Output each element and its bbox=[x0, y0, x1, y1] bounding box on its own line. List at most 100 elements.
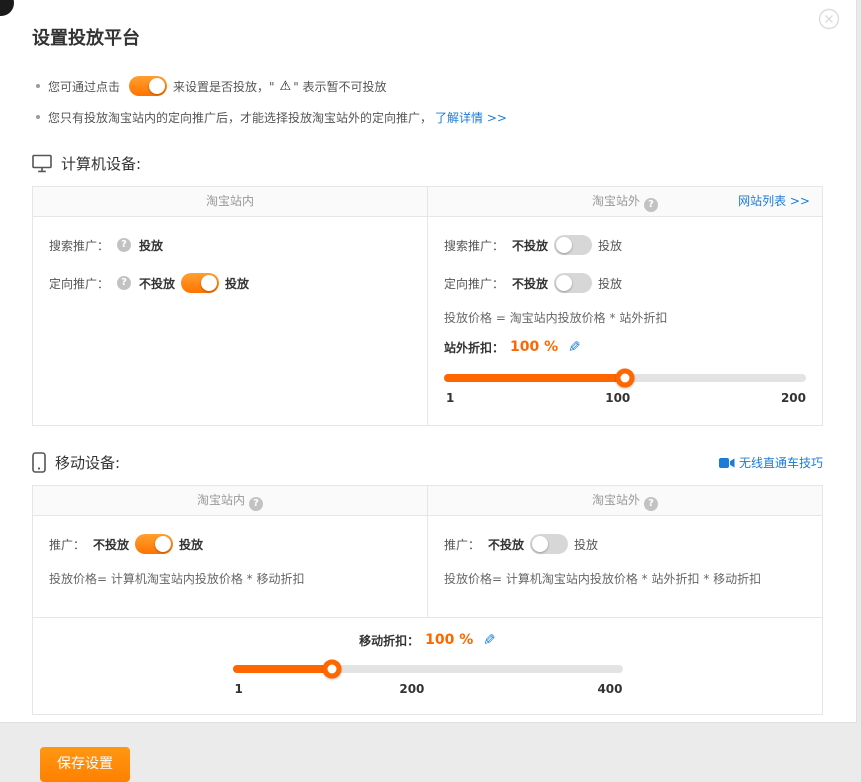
discount-label: 站外折扣： bbox=[444, 339, 504, 356]
page-title: 设置投放平台 bbox=[32, 0, 823, 50]
state-off-label: 不投放 bbox=[488, 536, 524, 553]
computer-table: 淘宝站内 淘宝站外? 网站列表 >> 搜索推广： ? 投放 定向推广： ? bbox=[32, 186, 823, 426]
help-icon[interactable]: ? bbox=[644, 198, 658, 212]
state-on-label: 投放 bbox=[574, 536, 598, 553]
edit-icon[interactable]: ✎ bbox=[483, 631, 496, 649]
state-on-label: 投放 bbox=[225, 275, 249, 292]
note-text: 来设置是否投放，" bbox=[173, 78, 275, 95]
scale-min: 1 bbox=[446, 391, 454, 405]
offsite-price-formula: 投放价格 = 淘宝站内投放价格 * 站外折扣 bbox=[444, 309, 806, 326]
row-label: 推广： bbox=[49, 536, 85, 553]
slider-fill bbox=[444, 374, 625, 382]
state-on-label: 投放 bbox=[179, 536, 203, 553]
scale-mid: 200 bbox=[399, 682, 424, 696]
mobile-offsite-formula: 投放价格= 计算机淘宝站内投放价格 * 站外折扣 * 移动折扣 bbox=[444, 570, 806, 587]
computer-onsite-cell: 搜索推广： ? 投放 定向推广： ? 不投放 投放 bbox=[33, 217, 428, 425]
mobile-onsite-cell: 推广： 不投放 投放 投放价格= 计算机淘宝站内投放价格 * 移动折扣 bbox=[33, 516, 428, 617]
help-icon[interactable]: ? bbox=[249, 497, 263, 511]
save-settings-button[interactable]: 保存设置 bbox=[40, 747, 130, 782]
note-toggle-hint: 您可通过点击 来设置是否投放，" ⚠ " 表示暂不可投放 bbox=[32, 76, 823, 96]
mobile-offsite-cell: 推广： 不投放 投放 投放价格= 计算机淘宝站内投放价格 * 站外折扣 * 移动… bbox=[428, 516, 822, 617]
learn-more-link[interactable]: 了解详情 >> bbox=[435, 109, 507, 126]
example-toggle-icon bbox=[129, 76, 167, 96]
state-on-label: 投放 bbox=[598, 275, 622, 292]
toggle-knob bbox=[201, 275, 217, 291]
col-header-label: 淘宝站外 bbox=[592, 493, 640, 507]
note-text: 您只有投放淘宝站内的定向推广后，才能选择投放淘宝站外的定向推广， bbox=[48, 109, 432, 126]
bullet-icon bbox=[36, 84, 40, 88]
mobile-offsite-toggle[interactable] bbox=[530, 534, 568, 554]
col-header-offsite: 淘宝站外? bbox=[427, 486, 822, 515]
mobile-discount-slider[interactable] bbox=[233, 665, 623, 673]
onsite-target-toggle[interactable] bbox=[181, 273, 219, 293]
col-header-label: 淘宝站内 bbox=[197, 493, 245, 507]
warning-icon: ⚠ bbox=[280, 79, 292, 94]
help-icon[interactable]: ? bbox=[117, 238, 131, 252]
mobile-onsite-formula: 投放价格= 计算机淘宝站内投放价格 * 移动折扣 bbox=[49, 570, 411, 587]
state-on-label: 投放 bbox=[598, 237, 622, 254]
mobile-onsite-toggle[interactable] bbox=[135, 534, 173, 554]
discount-label: 移动折扣： bbox=[359, 632, 419, 649]
help-icon[interactable]: ? bbox=[117, 276, 131, 290]
col-header-offsite: 淘宝站外? 网站列表 >> bbox=[427, 187, 822, 216]
notes: 您可通过点击 来设置是否投放，" ⚠ " 表示暂不可投放 您只有投放淘宝站内的定… bbox=[32, 76, 823, 127]
mobile-slider-scale: 1 200 400 bbox=[233, 682, 623, 698]
note-targeting-hint: 您只有投放淘宝站内的定向推广后，才能选择投放淘宝站外的定向推广， 了解详情 >> bbox=[32, 107, 823, 127]
mobile-table-header: 淘宝站内? 淘宝站外? bbox=[33, 486, 822, 516]
state-label: 投放 bbox=[139, 237, 163, 254]
offsite-discount-slider[interactable] bbox=[444, 374, 806, 382]
close-icon[interactable] bbox=[818, 8, 840, 30]
offsite-target-toggle[interactable] bbox=[554, 273, 592, 293]
computer-table-header: 淘宝站内 淘宝站外? 网站列表 >> bbox=[33, 187, 822, 217]
col-header-label: 淘宝站内 bbox=[206, 194, 254, 208]
site-list-link[interactable]: 网站列表 >> bbox=[738, 187, 810, 216]
state-off-label: 不投放 bbox=[93, 536, 129, 553]
mobile-discount-line: 移动折扣： 100 % ✎ bbox=[33, 631, 822, 649]
computer-section-header: 计算机设备: bbox=[32, 153, 823, 174]
bullet-icon bbox=[36, 115, 40, 119]
scale-max: 400 bbox=[597, 682, 622, 696]
computer-icon bbox=[32, 154, 52, 173]
mobile-section-header: 移动设备: 无线直通车技巧 bbox=[32, 452, 823, 473]
mobile-phone-icon bbox=[32, 452, 46, 473]
onsite-target-row: 定向推广： ? 不投放 投放 bbox=[49, 271, 411, 295]
discount-value: 100 % bbox=[425, 632, 473, 648]
row-label: 搜索推广： bbox=[444, 237, 504, 254]
row-label: 定向推广： bbox=[444, 275, 504, 292]
toggle-knob bbox=[532, 536, 548, 552]
state-off-label: 不投放 bbox=[139, 275, 175, 292]
scale-mid: 100 bbox=[605, 391, 630, 405]
mobile-slider-wrap: 1 200 400 bbox=[233, 665, 623, 698]
offsite-search-toggle[interactable] bbox=[554, 235, 592, 255]
computer-offsite-cell: 搜索推广： 不投放 投放 定向推广： 不投放 投放 投放价格 = 淘宝站内投放价… bbox=[428, 217, 822, 425]
help-icon[interactable]: ? bbox=[644, 497, 658, 511]
slider-thumb[interactable] bbox=[616, 369, 635, 388]
col-header-label: 淘宝站外 bbox=[592, 194, 640, 208]
wireless-tips-link[interactable]: 无线直通车技巧 bbox=[719, 454, 823, 471]
col-header-onsite: 淘宝站内? bbox=[33, 486, 427, 515]
offsite-slider-scale: 1 100 200 bbox=[444, 391, 806, 407]
toggle-knob bbox=[556, 237, 572, 253]
mobile-table-body: 推广： 不投放 投放 投放价格= 计算机淘宝站内投放价格 * 移动折扣 推广： … bbox=[33, 516, 822, 617]
mobile-section-title: 移动设备: bbox=[55, 452, 120, 473]
edit-icon[interactable]: ✎ bbox=[568, 338, 581, 356]
toggle-knob bbox=[149, 78, 165, 94]
toggle-knob bbox=[556, 275, 572, 291]
mobile-offsite-row: 推广： 不投放 投放 bbox=[444, 532, 806, 556]
computer-section-title: 计算机设备: bbox=[61, 153, 141, 174]
offsite-search-row: 搜索推广： 不投放 投放 bbox=[444, 233, 806, 257]
mobile-discount-row: 移动折扣： 100 % ✎ 1 200 400 bbox=[33, 617, 822, 714]
offsite-target-row: 定向推广： 不投放 投放 bbox=[444, 271, 806, 295]
state-off-label: 不投放 bbox=[512, 275, 548, 292]
settings-dialog: 设置投放平台 您可通过点击 来设置是否投放，" ⚠ " 表示暂不可投放 您只有投… bbox=[0, 0, 857, 723]
offsite-discount-line: 站外折扣： 100 % ✎ bbox=[444, 338, 806, 356]
slider-thumb[interactable] bbox=[322, 660, 341, 679]
mobile-table: 淘宝站内? 淘宝站外? 推广： 不投放 投放 投放价格= 计算机淘宝站内投放价格… bbox=[32, 485, 823, 715]
note-text: 您可通过点击 bbox=[48, 78, 120, 95]
slider-fill bbox=[233, 665, 331, 673]
scale-min: 1 bbox=[235, 682, 243, 696]
video-icon bbox=[719, 457, 735, 469]
scale-max: 200 bbox=[781, 391, 806, 405]
wireless-tips-label: 无线直通车技巧 bbox=[739, 454, 823, 471]
discount-value: 100 % bbox=[510, 339, 558, 355]
